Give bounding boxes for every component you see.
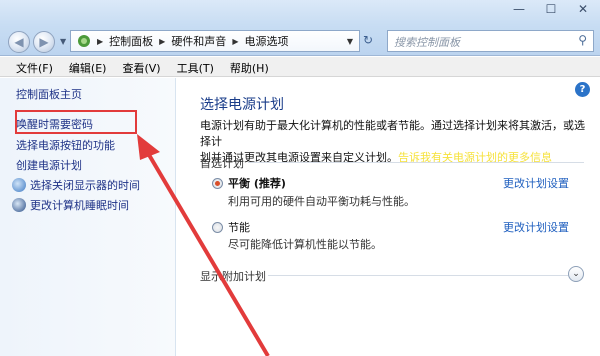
page-description: 电源计划有助于最大化计算机的性能或者节能。通过选择计划来将其激活，或选择计 划并… — [200, 118, 590, 166]
close-button[interactable]: ✕ — [572, 2, 594, 16]
expand-chevron-icon[interactable]: ⌄ — [568, 266, 584, 282]
moon-icon — [12, 198, 26, 212]
history-dropdown-icon[interactable]: ▼ — [60, 37, 66, 46]
address-bar[interactable]: ▶ 控制面板 ▶ 硬件和声音 ▶ 电源选项 ▼ — [70, 30, 360, 52]
page-title: 选择电源计划 — [200, 97, 284, 113]
red-highlight-box — [15, 110, 137, 134]
plan-balanced-radio[interactable] — [212, 178, 223, 189]
sidebar-item-display-off[interactable]: 选择关闭显示器的时间 — [12, 177, 140, 193]
plan-powersaver-name[interactable]: 节能 — [228, 219, 250, 235]
sidebar-item-create-plan[interactable]: 创建电源计划 — [16, 157, 82, 173]
divider — [248, 162, 584, 163]
plan-powersaver-radio[interactable] — [212, 222, 223, 233]
sidebar-item-label: 选择关闭显示器的时间 — [30, 179, 140, 192]
breadcrumb-separator-icon[interactable]: ▶ — [232, 37, 238, 46]
search-icon[interactable]: ⚲ — [578, 33, 587, 47]
sidebar-item-power-button[interactable]: 选择电源按钮的功能 — [16, 137, 115, 153]
search-input[interactable]: 搜索控制面板 ⚲ — [387, 30, 594, 52]
plan-powersaver-desc: 尽可能降低计算机性能以节能。 — [228, 238, 382, 251]
menu-edit[interactable]: 编辑(E) — [61, 57, 115, 76]
sidebar-item-label: 更改计算机睡眠时间 — [30, 199, 129, 212]
plan-balanced-name[interactable]: 平衡 (推荐) — [228, 175, 286, 191]
menu-help[interactable]: 帮助(H) — [222, 57, 277, 76]
sidebar-item-sleep-time[interactable]: 更改计算机睡眠时间 — [12, 197, 129, 213]
plan-powersaver-change-link[interactable]: 更改计划设置 — [503, 219, 569, 235]
minimize-button[interactable]: — — [508, 2, 530, 16]
breadcrumb-separator-icon: ▶ — [97, 36, 104, 46]
monitor-clock-icon — [12, 178, 26, 192]
title-bar: — ☐ ✕ ◀ ▶ ▼ ▶ 控制面板 ▶ 硬件和声音 ▶ 电源选项 ▼ ↻ 搜索… — [0, 0, 600, 56]
divider — [268, 275, 568, 276]
menu-view[interactable]: 查看(V) — [114, 57, 168, 76]
preferred-plans-label: 首选计划 — [200, 157, 244, 170]
refresh-icon[interactable]: ↻ — [363, 33, 373, 47]
breadcrumb-separator-icon[interactable]: ▶ — [159, 37, 165, 46]
description-line-2: 划并通过更改其电源设置来自定义计划。告诉我有关电源计划的更多信息 — [200, 150, 590, 166]
plan-balanced-desc: 利用可用的硬件自动平衡功耗与性能。 — [228, 195, 415, 208]
show-additional-plans-label[interactable]: 显示附加计划 — [200, 268, 266, 284]
address-dropdown-icon[interactable]: ▼ — [347, 37, 353, 46]
maximize-button[interactable]: ☐ — [540, 2, 562, 16]
forward-button[interactable]: ▶ — [33, 31, 55, 53]
window-controls: — ☐ ✕ — [508, 2, 594, 16]
plan-name-text: 平衡 (推荐) — [228, 177, 286, 190]
breadcrumb-power-options[interactable]: 电源选项 — [244, 33, 288, 49]
control-panel-icon — [78, 35, 90, 47]
back-button[interactable]: ◀ — [8, 31, 30, 53]
plan-balanced-change-link[interactable]: 更改计划设置 — [503, 175, 569, 191]
help-icon[interactable]: ? — [575, 82, 590, 97]
menu-file[interactable]: 文件(F) — [8, 57, 61, 76]
search-placeholder: 搜索控制面板 — [394, 36, 460, 49]
sidebar-home-link[interactable]: 控制面板主页 — [16, 86, 82, 102]
description-line: 电源计划有助于最大化计算机的性能或者节能。通过选择计划来将其激活，或选择计 — [200, 119, 585, 148]
menu-bar: 文件(F) 编辑(E) 查看(V) 工具(T) 帮助(H) — [0, 57, 600, 77]
breadcrumb-hardware-sound[interactable]: 硬件和声音 — [171, 33, 226, 49]
breadcrumb-control-panel[interactable]: 控制面板 — [109, 33, 153, 49]
menu-tools[interactable]: 工具(T) — [169, 57, 222, 76]
main-content: ? 选择电源计划 电源计划有助于最大化计算机的性能或者节能。通过选择计划来将其激… — [176, 78, 600, 356]
